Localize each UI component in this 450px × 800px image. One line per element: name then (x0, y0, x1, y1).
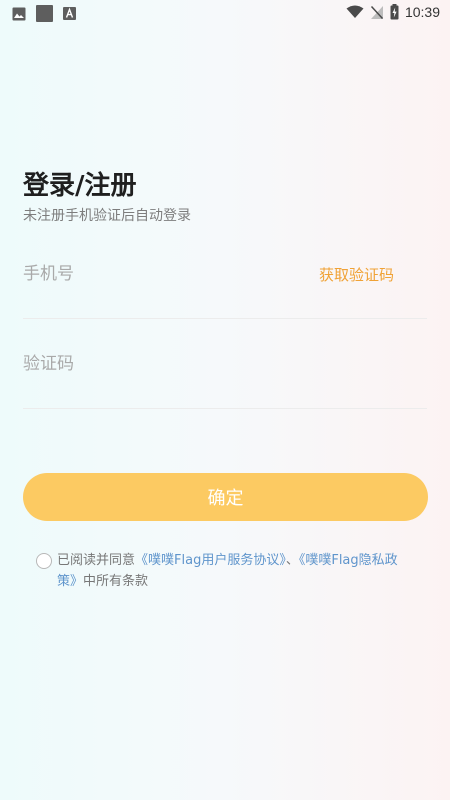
agreement-suffix: 中所有条款 (83, 574, 149, 589)
status-bar: 10:39 (0, 0, 450, 26)
phone-field: 获取验证码 (23, 229, 427, 319)
clock: 10:39 (404, 4, 440, 20)
agreement-radio[interactable] (36, 553, 52, 569)
font-icon (63, 7, 76, 20)
confirm-button[interactable]: 确定 (23, 473, 428, 521)
app-square-icon (36, 5, 53, 22)
agreement: 已阅读并同意《噗噗Flag用户服务协议》、《噗噗Flag隐私政策》中所有条款 (36, 550, 406, 592)
no-signal-icon (370, 5, 384, 19)
wifi-icon (346, 5, 364, 18)
agreement-prefix: 已阅读并同意 (57, 553, 136, 568)
code-field (23, 319, 427, 409)
agreement-separator: 、 (285, 553, 299, 568)
image-icon (12, 7, 26, 20)
page-title: 登录/注册 (23, 171, 137, 201)
get-code-button[interactable]: 获取验证码 (319, 264, 394, 285)
verification-code-input[interactable] (23, 349, 283, 379)
phone-input[interactable] (23, 259, 283, 289)
page-subtitle: 未注册手机验证后自动登录 (23, 208, 191, 224)
battery-charging-icon (390, 4, 399, 20)
agreement-text: 已阅读并同意《噗噗Flag用户服务协议》、《噗噗Flag隐私政策》中所有条款 (36, 550, 406, 592)
service-agreement-link[interactable]: 《噗噗Flag用户服务协议》 (135, 553, 286, 568)
